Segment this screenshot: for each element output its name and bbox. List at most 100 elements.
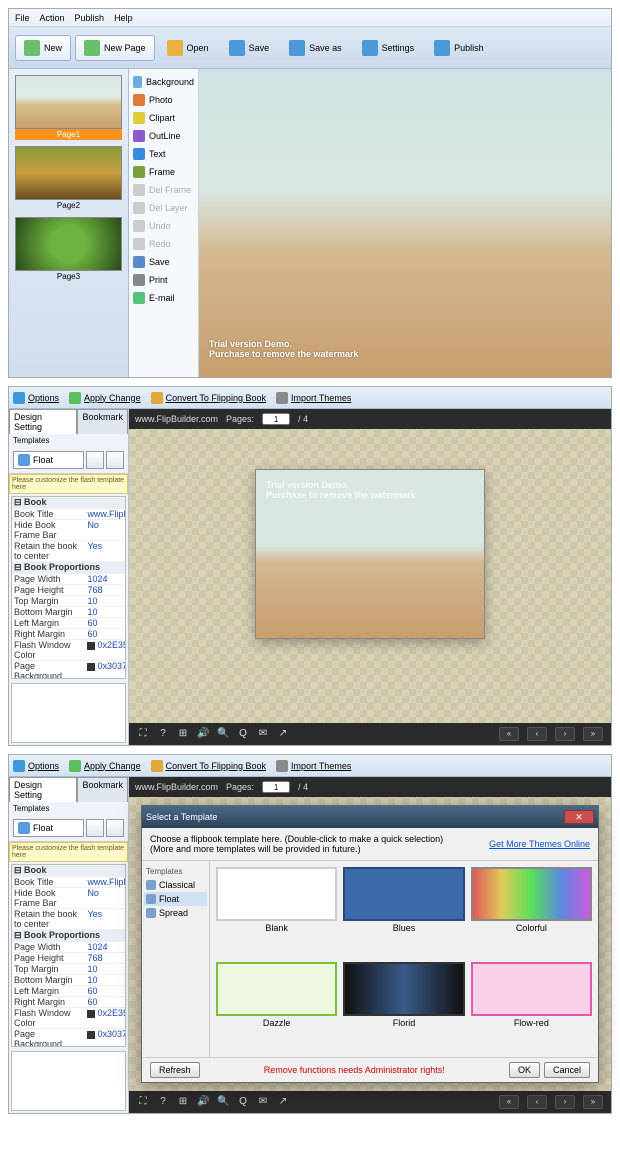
options-button[interactable]: Options <box>13 760 59 772</box>
property-row[interactable]: Top Margin10 <box>12 596 125 607</box>
tab-bookmark[interactable]: Bookmark <box>77 777 128 802</box>
template-card-flow-red[interactable]: Flow-red <box>471 962 592 1051</box>
property-row[interactable]: Retain the book to centerYes <box>12 541 125 562</box>
template-card-blank[interactable]: Blank <box>216 867 337 956</box>
property-row[interactable]: Bottom Margin10 <box>12 975 125 986</box>
new-button[interactable]: New <box>15 35 71 61</box>
page-thumb[interactable]: Page3 <box>15 217 122 282</box>
frame-tool[interactable]: Frame <box>131 163 196 181</box>
first-page-button[interactable]: « <box>499 727 519 741</box>
property-row[interactable]: Hide Book Frame BarNo <box>12 888 125 909</box>
page-thumb[interactable]: Page2 <box>15 146 122 211</box>
property-row[interactable]: Hide Book Frame BarNo <box>12 520 125 541</box>
last-page-button[interactable]: » <box>583 727 603 741</box>
menu-file[interactable]: File <box>15 13 30 23</box>
e-mail-tool[interactable]: E-mail <box>131 289 196 307</box>
print-tool[interactable]: Print <box>131 271 196 289</box>
property-row[interactable]: Top Margin10 <box>12 964 125 975</box>
template-browse-button[interactable] <box>86 819 104 837</box>
template-category-float[interactable]: Float <box>144 892 207 906</box>
refresh-button[interactable]: Refresh <box>150 1062 200 1078</box>
property-row[interactable]: Bottom Margin10 <box>12 607 125 618</box>
help-icon[interactable]: ? <box>157 728 169 740</box>
next-page-button[interactable]: › <box>555 1095 575 1109</box>
get-more-themes-link[interactable]: Get More Themes Online <box>489 839 590 849</box>
menu-action[interactable]: Action <box>40 13 65 23</box>
save-button[interactable]: Save <box>221 36 278 60</box>
first-page-button[interactable]: « <box>499 1095 519 1109</box>
last-page-button[interactable]: » <box>583 1095 603 1109</box>
template-card-dazzle[interactable]: Dazzle <box>216 962 337 1051</box>
template-save-button[interactable] <box>106 819 124 837</box>
sound-icon[interactable]: 🔊 <box>197 1096 209 1108</box>
property-grid[interactable]: ⊟ BookBook Titlewww.FlipBuildeHide Book … <box>11 864 126 1047</box>
page-input[interactable] <box>262 413 290 425</box>
share-icon[interactable]: ↗ <box>277 728 289 740</box>
next-page-button[interactable]: › <box>555 727 575 741</box>
property-row[interactable]: Left Margin60 <box>12 618 125 629</box>
apply-change-button[interactable]: Apply Change <box>69 392 141 404</box>
prev-page-button[interactable]: ‹ <box>527 1095 547 1109</box>
thumbnails-icon[interactable]: ⊞ <box>177 1096 189 1108</box>
tab-bookmark[interactable]: Bookmark <box>77 409 128 434</box>
property-row[interactable]: Page Background Color0x30373A <box>12 661 125 679</box>
template-card-florid[interactable]: Florid <box>343 962 464 1051</box>
canvas[interactable]: Trial version Demo. Purchase to remove t… <box>199 69 611 377</box>
property-row[interactable]: Right Margin60 <box>12 997 125 1008</box>
template-save-button[interactable] <box>106 451 124 469</box>
template-category-spread[interactable]: Spread <box>144 906 207 920</box>
open-button[interactable]: Open <box>159 36 217 60</box>
settings-button[interactable]: Settings <box>354 36 423 60</box>
book-preview[interactable]: Trial version Demo. Purchase to remove t… <box>255 469 485 639</box>
template-card-colorful[interactable]: Colorful <box>471 867 592 956</box>
fullscreen-icon[interactable]: ⛶ <box>137 1096 149 1108</box>
property-grid[interactable]: ⊟ BookBook Titlewww.FlipBuildeHide Book … <box>11 496 126 679</box>
close-button[interactable]: ✕ <box>564 810 594 824</box>
template-card-blues[interactable]: Blues <box>343 867 464 956</box>
apply-change-button[interactable]: Apply Change <box>69 760 141 772</box>
property-row[interactable]: Retain the book to centerYes <box>12 909 125 930</box>
property-row[interactable]: Page Height768 <box>12 953 125 964</box>
zoom-icon[interactable]: 🔍 <box>217 1096 229 1108</box>
property-row[interactable]: Right Margin60 <box>12 629 125 640</box>
template-selector[interactable]: Float <box>13 451 84 469</box>
convert-to-flipping-book-button[interactable]: Convert To Flipping Book <box>151 392 266 404</box>
convert-to-flipping-book-button[interactable]: Convert To Flipping Book <box>151 760 266 772</box>
tab-design-setting[interactable]: Design Setting <box>9 409 77 434</box>
page-input[interactable] <box>262 781 290 793</box>
property-row[interactable]: Flash Window Color0x2E3538 <box>12 1008 125 1029</box>
photo-tool[interactable]: Photo <box>131 91 196 109</box>
new-page-button[interactable]: New Page <box>75 35 155 61</box>
page-thumb[interactable]: Page1 <box>15 75 122 140</box>
property-row[interactable]: Left Margin60 <box>12 986 125 997</box>
help-icon[interactable]: ? <box>157 1096 169 1108</box>
tab-design-setting[interactable]: Design Setting <box>9 777 77 802</box>
menu-publish[interactable]: Publish <box>75 13 105 23</box>
menu-help[interactable]: Help <box>114 13 133 23</box>
search-icon[interactable]: Q <box>237 1096 249 1108</box>
share-icon[interactable]: ↗ <box>277 1096 289 1108</box>
property-row[interactable]: Flash Window Color0x2E3538 <box>12 640 125 661</box>
clipart-tool[interactable]: Clipart <box>131 109 196 127</box>
text-tool[interactable]: Text <box>131 145 196 163</box>
import-themes-button[interactable]: Import Themes <box>276 392 351 404</box>
email-icon[interactable]: ✉ <box>257 1096 269 1108</box>
zoom-icon[interactable]: 🔍 <box>217 728 229 740</box>
property-row[interactable]: Page Width1024 <box>12 574 125 585</box>
template-browse-button[interactable] <box>86 451 104 469</box>
options-button[interactable]: Options <box>13 392 59 404</box>
import-themes-button[interactable]: Import Themes <box>276 760 351 772</box>
search-icon[interactable]: Q <box>237 728 249 740</box>
cancel-button[interactable]: Cancel <box>544 1062 590 1078</box>
ok-button[interactable]: OK <box>509 1062 540 1078</box>
property-row[interactable]: Book Titlewww.FlipBuilde <box>12 877 125 888</box>
fullscreen-icon[interactable]: ⛶ <box>137 728 149 740</box>
template-category-classical[interactable]: Classical <box>144 878 207 892</box>
save-tool[interactable]: Save <box>131 253 196 271</box>
email-icon[interactable]: ✉ <box>257 728 269 740</box>
property-row[interactable]: Page Width1024 <box>12 942 125 953</box>
template-selector[interactable]: Float <box>13 819 84 837</box>
property-row[interactable]: Page Height768 <box>12 585 125 596</box>
sound-icon[interactable]: 🔊 <box>197 728 209 740</box>
property-row[interactable]: Book Titlewww.FlipBuilde <box>12 509 125 520</box>
